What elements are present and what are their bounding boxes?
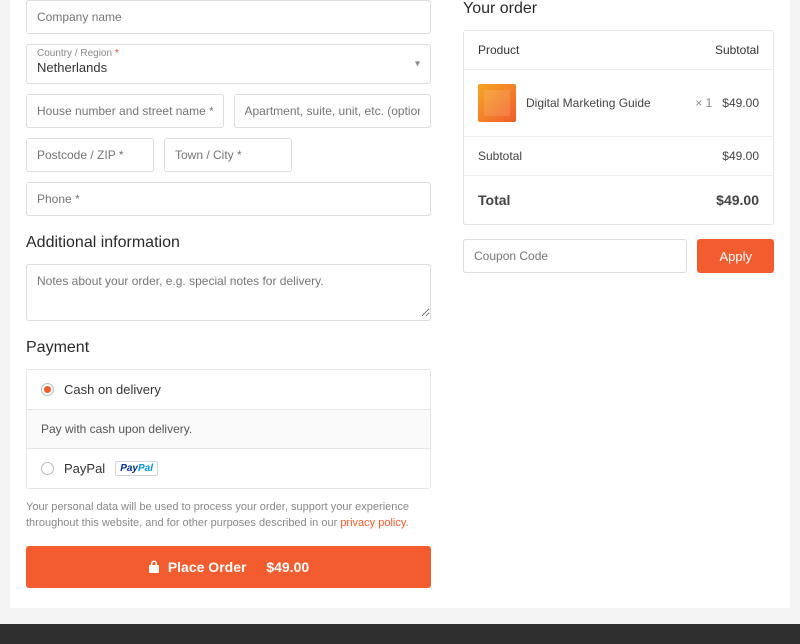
subtotal-label: Subtotal	[478, 149, 722, 163]
payment-heading: Payment	[26, 339, 431, 357]
chevron-down-icon: ▾	[415, 58, 420, 69]
product-thumbnail	[478, 84, 516, 122]
subtotal-value: $49.00	[722, 149, 759, 163]
apartment-field[interactable]	[234, 94, 432, 128]
country-label: Country / Region *	[37, 48, 420, 60]
coupon-input[interactable]	[464, 240, 686, 272]
coupon-field[interactable]	[463, 239, 687, 273]
radio-cod[interactable]	[41, 383, 54, 396]
paypal-icon: PayPal	[115, 461, 158, 476]
product-col: Product	[478, 43, 715, 57]
city-field[interactable]	[164, 138, 292, 172]
product-price: $49.00	[722, 96, 759, 110]
order-item-row: Digital Marketing Guide × 1 $49.00	[464, 70, 773, 137]
company-input[interactable]	[27, 1, 430, 33]
subtotal-col: Subtotal	[715, 43, 759, 57]
order-table: Product Subtotal Digital Marketing Guide…	[463, 30, 774, 225]
lock-icon	[148, 560, 160, 574]
phone-input[interactable]	[27, 183, 430, 215]
product-name: Digital Marketing Guide	[526, 96, 685, 110]
payment-methods: Cash on delivery Pay with cash upon deli…	[26, 369, 431, 489]
postcode-field[interactable]	[26, 138, 154, 172]
total-label: Total	[478, 192, 716, 208]
footer-bar	[0, 624, 800, 644]
payment-option-paypal[interactable]: PayPal PayPal	[27, 449, 430, 488]
country-value: Netherlands	[37, 60, 420, 77]
apply-coupon-button[interactable]: Apply	[697, 239, 774, 273]
order-summary: Your order Product Subtotal Digital Mark…	[463, 0, 774, 588]
billing-form: Country / Region * Netherlands ▾	[26, 0, 431, 588]
postcode-input[interactable]	[27, 139, 153, 171]
company-field[interactable]	[26, 0, 431, 34]
paypal-label: PayPal	[64, 461, 105, 476]
order-table-header: Product Subtotal	[464, 31, 773, 70]
cod-description: Pay with cash upon delivery.	[27, 410, 430, 449]
order-notes-field[interactable]	[26, 264, 431, 321]
cod-label: Cash on delivery	[64, 382, 161, 397]
order-notes-input[interactable]	[27, 265, 430, 317]
additional-info-heading: Additional information	[26, 234, 431, 252]
apartment-input[interactable]	[235, 95, 431, 127]
subtotal-row: Subtotal $49.00	[464, 137, 773, 176]
place-order-label: Place Order	[168, 559, 247, 575]
product-qty: × 1	[695, 96, 712, 110]
privacy-policy-link[interactable]: privacy policy	[340, 517, 405, 529]
total-value: $49.00	[716, 192, 759, 208]
payment-option-cod[interactable]: Cash on delivery	[27, 370, 430, 410]
street-field[interactable]	[26, 94, 224, 128]
privacy-notice: Your personal data will be used to proce…	[26, 499, 431, 532]
city-input[interactable]	[165, 139, 291, 171]
phone-field[interactable]	[26, 182, 431, 216]
total-row: Total $49.00	[464, 176, 773, 224]
street-input[interactable]	[27, 95, 223, 127]
place-order-button[interactable]: Place Order $49.00	[26, 546, 431, 588]
country-select[interactable]: Country / Region * Netherlands ▾	[26, 44, 431, 84]
place-order-amount: $49.00	[266, 559, 309, 575]
radio-paypal[interactable]	[41, 462, 54, 475]
coupon-row: Apply	[463, 239, 774, 273]
order-heading: Your order	[463, 0, 774, 18]
